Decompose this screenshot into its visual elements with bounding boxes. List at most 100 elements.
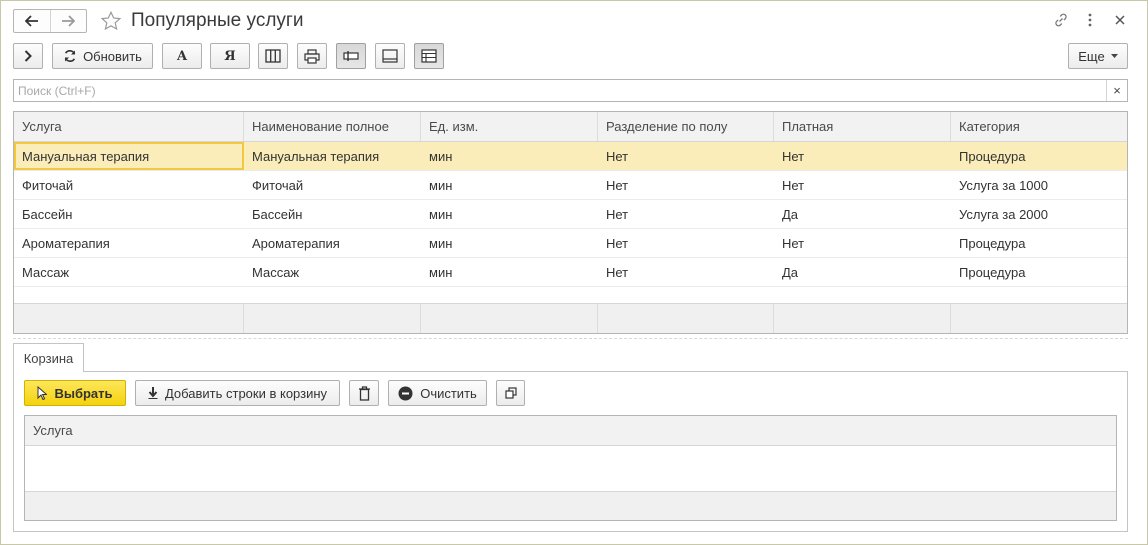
table-cell[interactable]: Бассейн xyxy=(244,200,421,228)
footer-cell xyxy=(598,304,774,333)
link-icon xyxy=(1055,13,1067,27)
table-icon xyxy=(421,49,437,63)
more-vertical-icon xyxy=(1088,13,1092,27)
tab-basket[interactable]: Корзина xyxy=(13,343,84,372)
table-cell[interactable]: Да xyxy=(774,258,951,286)
refresh-button[interactable]: Обновить xyxy=(52,43,153,69)
table-cell[interactable]: Услуга за 2000 xyxy=(951,200,1127,228)
forward-arrow-icon xyxy=(62,15,76,27)
footer-cell xyxy=(14,304,244,333)
table-cell[interactable]: Нет xyxy=(774,229,951,257)
column-header-gender-split[interactable]: Разделение по полу xyxy=(598,112,774,141)
search-input[interactable] xyxy=(14,80,1106,101)
table-cell[interactable]: Ароматерапия xyxy=(244,229,421,257)
delete-button[interactable] xyxy=(349,380,379,406)
table-row[interactable]: Массаж Массаж мин Нет Да Процедура xyxy=(14,258,1127,287)
table-cell[interactable]: Нет xyxy=(774,171,951,199)
footer-cell xyxy=(774,304,951,333)
expand-button[interactable] xyxy=(13,43,43,69)
table-cell[interactable]: Массаж xyxy=(244,258,421,286)
favorite-button[interactable] xyxy=(99,9,123,33)
open-window-button[interactable] xyxy=(496,380,525,406)
search-field-icon xyxy=(343,51,359,61)
table-cell[interactable]: Нет xyxy=(774,142,951,170)
table-body: Мануальная терапия Мануальная терапия ми… xyxy=(14,142,1127,287)
table-cell[interactable]: мин xyxy=(421,229,598,257)
table-cell[interactable]: Нет xyxy=(598,200,774,228)
forward-button[interactable] xyxy=(49,10,87,32)
star-icon xyxy=(100,10,122,31)
close-button[interactable] xyxy=(1111,11,1129,29)
add-rows-button[interactable]: Добавить строки в корзину xyxy=(135,380,340,406)
search-box: × xyxy=(13,79,1128,102)
table-cell[interactable]: мин xyxy=(421,258,598,286)
basket-column-header-service[interactable]: Услуга xyxy=(25,416,1116,446)
services-table: Услуга Наименование полное Ед. изм. Разд… xyxy=(13,111,1128,334)
search-panel-button[interactable] xyxy=(336,43,366,69)
table-cell[interactable]: Нет xyxy=(598,229,774,257)
print-button[interactable] xyxy=(297,43,327,69)
sort-descending-button[interactable]: Я xyxy=(210,43,250,69)
sort-ascending-button[interactable]: А xyxy=(162,43,202,69)
splitter[interactable] xyxy=(13,338,1128,339)
table-row[interactable]: Фиточай Фиточай мин Нет Нет Услуга за 10… xyxy=(14,171,1127,200)
table-cell[interactable]: Процедура xyxy=(951,258,1127,286)
chevron-right-icon xyxy=(24,50,32,62)
refresh-icon xyxy=(64,50,76,62)
trash-icon xyxy=(358,385,370,401)
table-cell[interactable]: Ароматерапия xyxy=(14,229,244,257)
table-view-button[interactable] xyxy=(414,43,444,69)
table-cell[interactable]: Процедура xyxy=(951,142,1127,170)
table-row[interactable]: Ароматерапия Ароматерапия мин Нет Нет Пр… xyxy=(14,229,1127,258)
back-button[interactable] xyxy=(14,10,50,32)
table-header: Услуга Наименование полное Ед. изм. Разд… xyxy=(14,112,1127,142)
page-title: Популярные услуги xyxy=(131,10,304,31)
column-header-category[interactable]: Категория xyxy=(951,112,1127,141)
footer-cell xyxy=(244,304,421,333)
table-cell[interactable]: мин xyxy=(421,142,598,170)
search-clear-button[interactable]: × xyxy=(1106,80,1127,101)
link-button[interactable] xyxy=(1052,11,1070,29)
table-cell[interactable]: Мануальная терапия xyxy=(244,142,421,170)
back-arrow-icon xyxy=(24,15,38,27)
table-row[interactable]: Бассейн Бассейн мин Нет Да Услуга за 200… xyxy=(14,200,1127,229)
table-cell[interactable]: Нет xyxy=(598,171,774,199)
copy-window-icon xyxy=(504,387,517,399)
table-cell[interactable]: Нет xyxy=(598,142,774,170)
table-cell[interactable]: Услуга за 1000 xyxy=(951,171,1127,199)
table-cell[interactable]: Фиточай xyxy=(14,171,244,199)
table-footer xyxy=(14,303,1127,333)
table-cell[interactable]: Бассейн xyxy=(14,200,244,228)
minus-circle-icon xyxy=(398,386,413,400)
select-button[interactable]: Выбрать xyxy=(24,380,126,406)
table-cell[interactable]: Фиточай xyxy=(244,171,421,199)
column-header-unit[interactable]: Ед. изм. xyxy=(421,112,598,141)
more-button[interactable]: Еще xyxy=(1068,43,1128,69)
table-cell[interactable]: мин xyxy=(421,171,598,199)
font-ya-label: Я xyxy=(224,48,236,64)
column-header-paid[interactable]: Платная xyxy=(774,112,951,141)
column-header-service[interactable]: Услуга xyxy=(14,112,244,141)
close-icon xyxy=(1115,15,1125,25)
table-cell[interactable]: Нет xyxy=(598,258,774,286)
footer-cell xyxy=(951,304,1127,333)
table-cell[interactable]: Мануальная терапия xyxy=(14,142,244,170)
more-label: Еще xyxy=(1078,48,1105,64)
table-row[interactable]: Мануальная терапия Мануальная терапия ми… xyxy=(14,142,1127,171)
add-rows-label: Добавить строки в корзину xyxy=(164,385,328,401)
basket-table-footer xyxy=(25,491,1116,520)
table-cell[interactable]: Да xyxy=(774,200,951,228)
footer-cell xyxy=(421,304,598,333)
font-a-label: А xyxy=(176,48,188,64)
table-cell[interactable]: Процедура xyxy=(951,229,1127,257)
details-panel-button[interactable] xyxy=(375,43,405,69)
navigation-buttons xyxy=(13,9,87,33)
more-actions-button[interactable] xyxy=(1081,11,1099,29)
columns-button[interactable] xyxy=(258,43,288,69)
table-cell[interactable]: мин xyxy=(421,200,598,228)
table-cell[interactable]: Массаж xyxy=(14,258,244,286)
clear-button[interactable]: Очистить xyxy=(388,380,487,406)
column-header-full-name[interactable]: Наименование полное xyxy=(244,112,421,141)
arrow-down-icon xyxy=(148,387,158,399)
refresh-label: Обновить xyxy=(83,48,142,64)
